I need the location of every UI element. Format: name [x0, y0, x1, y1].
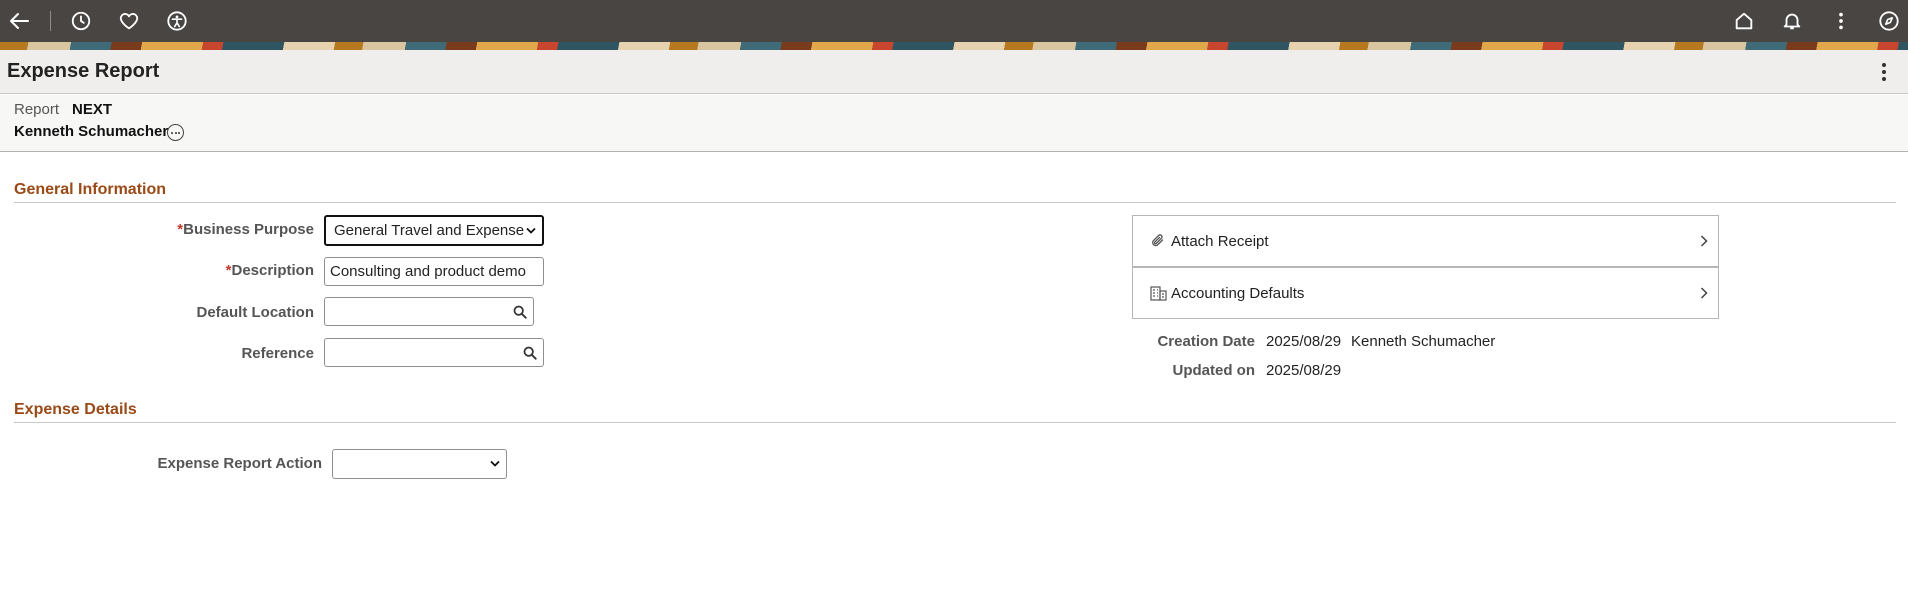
general-information-title: General Information [14, 181, 167, 198]
business-purpose-select[interactable]: General Travel and Expense [324, 215, 544, 246]
reference-input[interactable] [324, 338, 544, 367]
creation-date-value: 2025/08/29 [1266, 333, 1342, 350]
updated-on-label: Updated on [1172, 362, 1256, 379]
default-location-label: Default Location [196, 304, 314, 321]
back-arrow-icon[interactable] [6, 7, 34, 35]
reference-label: Reference [241, 345, 314, 362]
clock-icon[interactable] [67, 7, 95, 35]
report-label: Report [14, 101, 60, 118]
creation-date-label: Creation Date [1157, 333, 1255, 350]
building-icon [1149, 284, 1167, 302]
chevron-right-icon [1700, 235, 1708, 247]
default-location-input[interactable] [324, 297, 534, 326]
page-title: Expense Report [7, 60, 160, 82]
accounting-defaults-label: Accounting Defaults [1171, 284, 1305, 302]
page-title-bar: Expense Report [0, 50, 1908, 94]
compass-icon[interactable] [1875, 7, 1903, 35]
page-actions-menu-icon[interactable] [1874, 60, 1894, 84]
search-icon[interactable] [513, 305, 527, 319]
report-id: NEXT [72, 101, 113, 118]
top-nav-bar [0, 0, 1908, 42]
decorative-banner [0, 42, 1908, 50]
paperclip-icon [1149, 232, 1167, 250]
business-purpose-label: *Business Purpose [177, 221, 314, 238]
nav-separator [50, 11, 51, 31]
expense-report-action-select[interactable] [332, 449, 507, 479]
chevron-down-icon [490, 460, 500, 467]
report-header: Report NEXT Kenneth Schumacher [0, 95, 1908, 152]
chevron-right-icon [1700, 287, 1708, 299]
employee-name: Kenneth Schumacher [14, 123, 169, 140]
heart-icon[interactable] [115, 7, 143, 35]
description-input[interactable]: Consulting and product demo [324, 257, 544, 286]
accessibility-icon[interactable] [163, 7, 191, 35]
chevron-down-icon [526, 227, 536, 234]
section-divider [14, 422, 1896, 423]
updated-on-value: 2025/08/29 [1266, 362, 1342, 379]
description-value: Consulting and product demo [330, 263, 526, 280]
created-by-value: Kenneth Schumacher [1351, 333, 1496, 350]
expense-report-action-label: Expense Report Action [157, 455, 322, 472]
business-purpose-value: General Travel and Expense [334, 222, 525, 239]
bell-icon[interactable] [1778, 7, 1806, 35]
attach-receipt-button[interactable]: Attach Receipt [1132, 215, 1719, 267]
accounting-defaults-button[interactable]: Accounting Defaults [1132, 267, 1719, 319]
related-actions-icon[interactable] [167, 124, 184, 141]
description-label: *Description [225, 262, 314, 279]
attach-receipt-label: Attach Receipt [1171, 232, 1269, 250]
expense-details-title: Expense Details [14, 401, 137, 418]
search-icon[interactable] [523, 346, 537, 360]
section-divider [14, 202, 1896, 203]
more-vertical-icon[interactable] [1827, 7, 1855, 35]
home-icon[interactable] [1730, 7, 1758, 35]
